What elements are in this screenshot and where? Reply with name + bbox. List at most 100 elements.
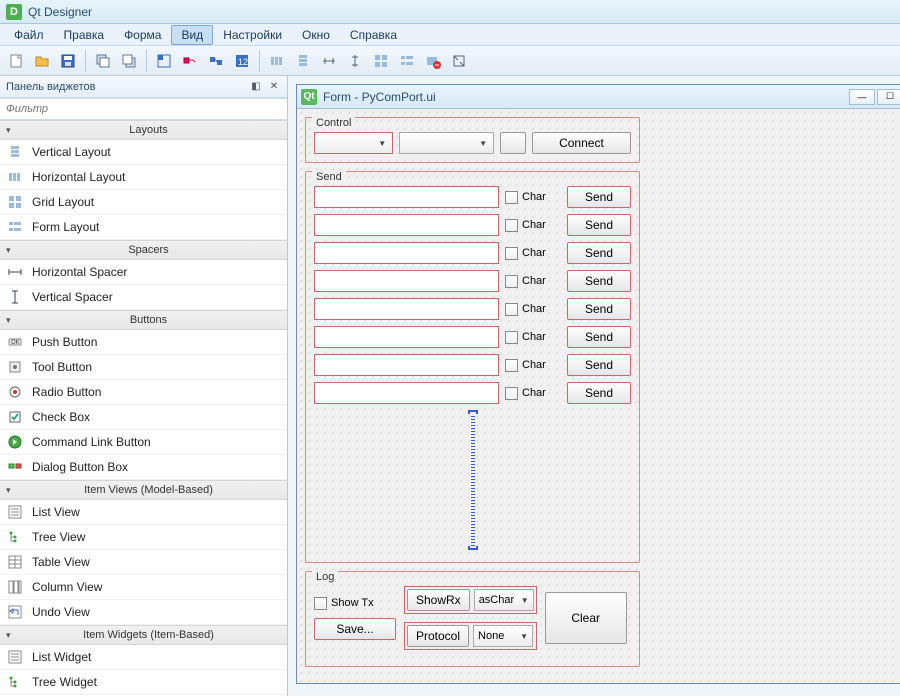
clear-button[interactable]: Clear xyxy=(545,592,627,644)
edit-tab-order-button[interactable]: 12 xyxy=(230,49,254,73)
char-checkbox-6[interactable]: Char xyxy=(505,359,561,372)
section-buttons[interactable]: ▾Buttons xyxy=(0,310,287,330)
widget-dialog-button-box[interactable]: Dialog Button Box xyxy=(0,455,287,480)
send-button-4[interactable]: Send xyxy=(567,298,631,320)
widget-command-link-button[interactable]: Command Link Button xyxy=(0,430,287,455)
send-input-1[interactable] xyxy=(314,214,499,236)
layout-form-button[interactable] xyxy=(395,49,419,73)
widget-table-view[interactable]: Table View xyxy=(0,550,287,575)
widget-tree-widget[interactable]: Tree Widget xyxy=(0,670,287,695)
send-button-7[interactable]: Send xyxy=(567,382,631,404)
send-input-5[interactable] xyxy=(314,326,499,348)
widget-filter-input[interactable] xyxy=(0,99,287,119)
widget-push-button[interactable]: OKPush Button xyxy=(0,330,287,355)
widget-list-view[interactable]: List View xyxy=(0,500,287,525)
edit-buddies-button[interactable] xyxy=(204,49,228,73)
form-minimize-button[interactable]: — xyxy=(849,89,875,105)
design-canvas[interactable]: Qt Form - PyComPort.ui — ☐ ✕ Control ▼ ▼ xyxy=(288,76,900,696)
panel-float-button[interactable]: ◧ xyxy=(249,80,263,94)
listv-icon xyxy=(6,503,24,521)
new-button[interactable] xyxy=(4,49,28,73)
section-item-widgets-item-based-[interactable]: ▾Item Widgets (Item-Based) xyxy=(0,625,287,645)
layout-h-button[interactable] xyxy=(265,49,289,73)
char-checkbox-3[interactable]: Char xyxy=(505,275,561,288)
form-maximize-button[interactable]: ☐ xyxy=(877,89,900,105)
layout-v-button[interactable] xyxy=(291,49,315,73)
send-button-5[interactable]: Send xyxy=(567,326,631,348)
port-combo[interactable]: ▼ xyxy=(314,132,393,154)
send-input-4[interactable] xyxy=(314,298,499,320)
send-input-0[interactable] xyxy=(314,186,499,208)
send-input-6[interactable] xyxy=(314,354,499,376)
widget-column-view[interactable]: Column View xyxy=(0,575,287,600)
widget-filter[interactable] xyxy=(0,98,287,120)
vertical-spacer[interactable] xyxy=(468,410,478,550)
send-groupbox[interactable]: Send Char Send Char Send Char Send Char Send Cha… xyxy=(305,171,640,563)
widget-tree-view[interactable]: Tree View xyxy=(0,525,287,550)
showtx-checkbox[interactable]: Show Tx xyxy=(314,597,396,610)
bring-front-button[interactable] xyxy=(117,49,141,73)
char-checkbox-5[interactable]: Char xyxy=(505,331,561,344)
menu-правка[interactable]: Правка xyxy=(54,25,115,45)
char-checkbox-7[interactable]: Char xyxy=(505,387,561,400)
edit-signals-button[interactable] xyxy=(178,49,202,73)
showrx-button[interactable]: ShowRx xyxy=(407,589,470,611)
panel-close-button[interactable]: ✕ xyxy=(267,80,281,94)
widget-radio-button[interactable]: Radio Button xyxy=(0,380,287,405)
form-body[interactable]: Control ▼ ▼ Connect Send CharSendCharSen… xyxy=(297,109,900,683)
section-layouts[interactable]: ▾Layouts xyxy=(0,120,287,140)
form-window[interactable]: Qt Form - PyComPort.ui — ☐ ✕ Control ▼ ▼ xyxy=(296,84,900,684)
widget-horizontal-spacer[interactable]: Horizontal Spacer xyxy=(0,260,287,285)
svg-text:12: 12 xyxy=(238,57,248,67)
widget-vertical-spacer[interactable]: Vertical Spacer xyxy=(0,285,287,310)
connect-button[interactable]: Connect xyxy=(532,132,631,154)
menu-окно[interactable]: Окно xyxy=(292,25,340,45)
adjust-size-button[interactable] xyxy=(447,49,471,73)
log-groupbox[interactable]: Log Show Tx Save... ShowRx asChar▼ xyxy=(305,571,640,667)
send-input-2[interactable] xyxy=(314,242,499,264)
section-spacers[interactable]: ▾Spacers xyxy=(0,240,287,260)
break-layout-button[interactable] xyxy=(421,49,445,73)
baud-combo[interactable]: ▼ xyxy=(399,132,494,154)
widget-vertical-layout[interactable]: Vertical Layout xyxy=(0,140,287,165)
char-checkbox-1[interactable]: Char xyxy=(505,219,561,232)
char-checkbox-0[interactable]: Char xyxy=(505,191,561,204)
menu-файл[interactable]: Файл xyxy=(4,25,54,45)
char-checkbox-4[interactable]: Char xyxy=(505,303,561,316)
send-button-1[interactable]: Send xyxy=(567,214,631,236)
control-groupbox[interactable]: Control ▼ ▼ Connect xyxy=(305,117,640,163)
char-checkbox-2[interactable]: Char xyxy=(505,247,561,260)
send-input-7[interactable] xyxy=(314,382,499,404)
send-back-button[interactable] xyxy=(91,49,115,73)
send-input-3[interactable] xyxy=(314,270,499,292)
send-button-0[interactable]: Send xyxy=(567,186,631,208)
protocol-combo[interactable]: None▼ xyxy=(473,625,533,647)
widget-check-box[interactable]: Check Box xyxy=(0,405,287,430)
widget-list-widget[interactable]: List Widget xyxy=(0,645,287,670)
aschar-combo[interactable]: asChar▼ xyxy=(474,589,534,611)
widget-horizontal-layout[interactable]: Horizontal Layout xyxy=(0,165,287,190)
form-window-titlebar[interactable]: Qt Form - PyComPort.ui — ☐ ✕ xyxy=(297,85,900,109)
protocol-button[interactable]: Protocol xyxy=(407,625,469,647)
save-button[interactable]: Save... xyxy=(314,618,396,640)
layout-vs-button[interactable] xyxy=(343,49,367,73)
edit-widgets-button[interactable] xyxy=(152,49,176,73)
widget-form-layout[interactable]: Form Layout xyxy=(0,215,287,240)
layout-hs-button[interactable] xyxy=(317,49,341,73)
widget-tool-button[interactable]: Tool Button xyxy=(0,355,287,380)
send-button-3[interactable]: Send xyxy=(567,270,631,292)
menu-вид[interactable]: Вид xyxy=(171,25,213,45)
menu-настройки[interactable]: Настройки xyxy=(213,25,292,45)
menu-справка[interactable]: Справка xyxy=(340,25,407,45)
section-item-views-model-based-[interactable]: ▾Item Views (Model-Based) xyxy=(0,480,287,500)
refresh-button[interactable] xyxy=(500,132,526,154)
open-button[interactable] xyxy=(30,49,54,73)
layout-grid-button[interactable] xyxy=(369,49,393,73)
layout-h-icon xyxy=(6,168,24,186)
widget-grid-layout[interactable]: Grid Layout xyxy=(0,190,287,215)
send-button-2[interactable]: Send xyxy=(567,242,631,264)
menu-форма[interactable]: Форма xyxy=(114,25,171,45)
send-button-6[interactable]: Send xyxy=(567,354,631,376)
save-button[interactable] xyxy=(56,49,80,73)
widget-undo-view[interactable]: Undo View xyxy=(0,600,287,625)
